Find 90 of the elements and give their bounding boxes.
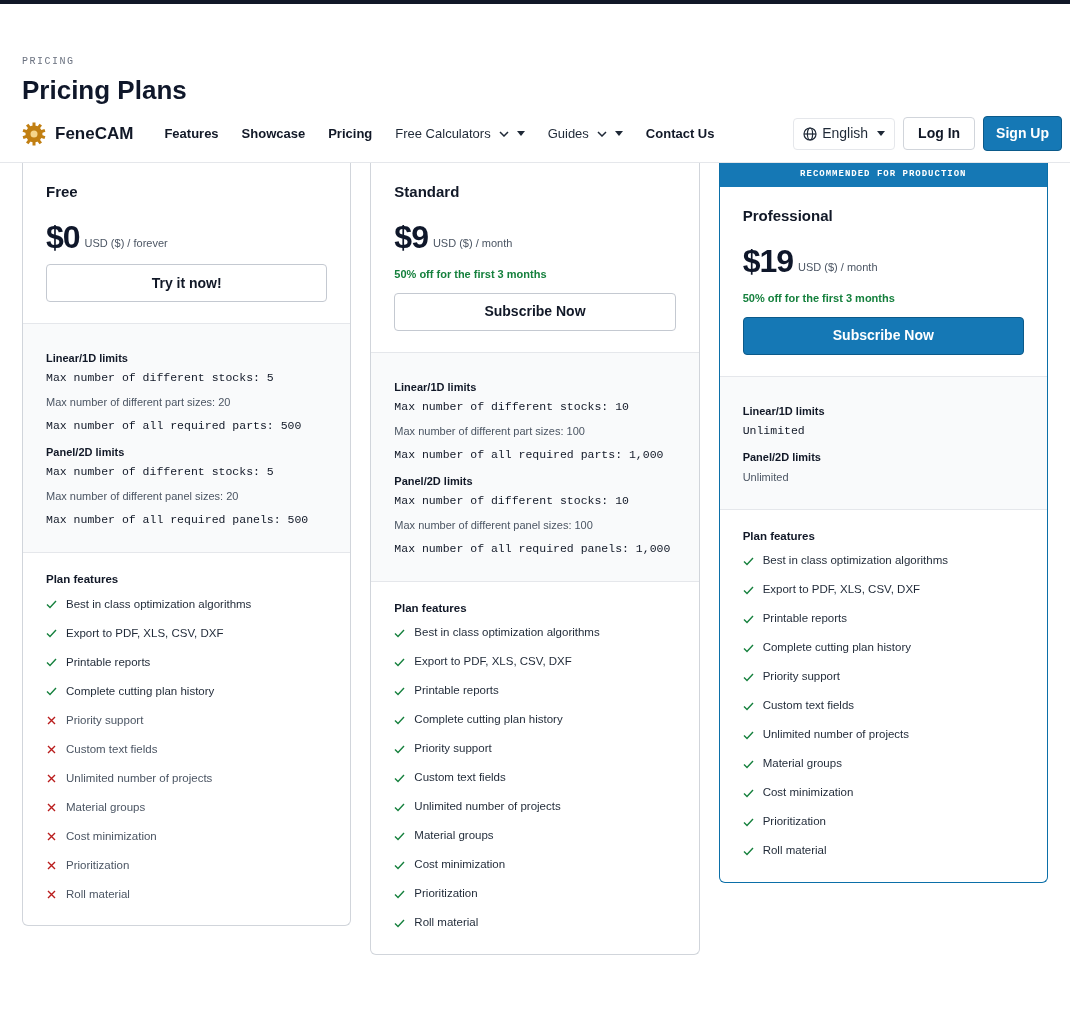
feature-label: Material groups bbox=[762, 756, 842, 772]
language-selector[interactable]: English bbox=[793, 117, 896, 150]
limit-text: Max number of different part sizes: 100 bbox=[394, 423, 586, 439]
limit-text: Max number of all required parts: 500 bbox=[46, 418, 303, 434]
limit-text: Max number of all required panels: 1,000 bbox=[394, 540, 672, 557]
nav-link[interactable]: Guides bbox=[547, 123, 589, 144]
limit-text: Max number of all required parts: 1,000 bbox=[394, 446, 665, 463]
subscribe-button[interactable]: Try it now! bbox=[46, 264, 328, 302]
feature-label: Printable reports bbox=[66, 654, 151, 670]
plan-name: Standard bbox=[394, 182, 461, 202]
feature-label: Roll material bbox=[762, 843, 827, 859]
feature-label: Printable reports bbox=[414, 683, 499, 699]
limit-text: Max number of different panel sizes: 100 bbox=[394, 517, 594, 533]
limits-heading: Panel/2D limits bbox=[394, 473, 474, 489]
limit-text: Max number of different panel sizes: 20 bbox=[46, 489, 240, 504]
limit-text: Max number of different stocks: 10 bbox=[394, 398, 630, 415]
limit-text: Max number of all required panels: 500 bbox=[46, 512, 310, 528]
price: $19 bbox=[742, 244, 794, 278]
feature-label: Export to PDF, XLS, CSV, DXF bbox=[414, 654, 572, 670]
feature-label: Prioritization bbox=[414, 886, 478, 902]
feature-label: Roll material bbox=[414, 915, 479, 931]
price-period: USD ($) / forever bbox=[84, 235, 168, 251]
nav-link[interactable]: Pricing bbox=[328, 123, 373, 144]
feature-label: Custom text fields bbox=[414, 770, 506, 786]
signup-button[interactable]: Sign Up bbox=[983, 116, 1062, 151]
limits-heading: Linear/1D limits bbox=[394, 379, 478, 395]
limits-heading: Panel/2D limits bbox=[46, 445, 126, 460]
plan-name: Free bbox=[46, 182, 79, 202]
nav-link[interactable]: Showcase bbox=[241, 123, 306, 144]
limits-heading: Linear/1D limits bbox=[46, 351, 129, 366]
chevron-down-icon bbox=[596, 130, 607, 137]
feature-label: Best in class optimization algorithms bbox=[66, 596, 252, 612]
feature-label: Complete cutting plan history bbox=[414, 712, 563, 728]
feature-label: Complete cutting plan history bbox=[66, 683, 215, 699]
subscribe-button[interactable]: Subscribe Now bbox=[742, 316, 1024, 355]
globe-icon bbox=[803, 126, 818, 141]
login-button[interactable]: Log In bbox=[903, 117, 976, 150]
feature-label: Priority support bbox=[762, 669, 840, 685]
feature-label: Prioritization bbox=[66, 857, 130, 873]
features-heading: Plan features bbox=[742, 528, 816, 544]
feature-label: Best in class optimization algorithms bbox=[414, 625, 600, 641]
subscribe-button[interactable]: Subscribe Now bbox=[394, 292, 676, 331]
feature-label: Unlimited number of projects bbox=[762, 727, 910, 743]
discount-note: 50% off for the first 3 months bbox=[742, 291, 896, 306]
brand-name: FeneCAM bbox=[55, 122, 134, 145]
feature-label: Export to PDF, XLS, CSV, DXF bbox=[66, 625, 224, 641]
feature-label: Custom text fields bbox=[66, 741, 158, 757]
limit-text: Max number of different stocks: 5 bbox=[46, 370, 275, 386]
limit-text: Unlimited bbox=[742, 469, 790, 485]
feature-label: Unlimited number of projects bbox=[414, 799, 561, 815]
feature-label: Unlimited number of projects bbox=[66, 770, 213, 786]
feature-label: Export to PDF, XLS, CSV, DXF bbox=[762, 582, 921, 598]
feature-label: Custom text fields bbox=[762, 698, 855, 714]
feature-label: Printable reports bbox=[762, 611, 848, 627]
price: $0 bbox=[46, 220, 80, 254]
page-title: Pricing Plans bbox=[22, 75, 188, 105]
gear-icon bbox=[22, 121, 46, 146]
discount-note: 50% off for the first 3 months bbox=[394, 267, 548, 282]
feature-label: Cost minimization bbox=[66, 828, 157, 844]
feature-label: Cost minimization bbox=[762, 785, 854, 801]
feature-label: Material groups bbox=[414, 828, 494, 844]
recommended-banner: RECOMMENDED FOR PRODUCTION bbox=[719, 163, 1047, 187]
limit-text: Max number of different stocks: 5 bbox=[46, 464, 275, 480]
chevron-down-icon bbox=[498, 130, 509, 137]
feature-label: Roll material bbox=[66, 886, 130, 902]
feature-label: Complete cutting plan history bbox=[762, 640, 911, 656]
price-period: USD ($) / month bbox=[798, 259, 878, 275]
nav-link[interactable]: Free Calculators bbox=[395, 123, 491, 144]
price: $9 bbox=[394, 220, 428, 254]
feature-label: Cost minimization bbox=[414, 857, 506, 873]
feature-label: Priority support bbox=[414, 741, 492, 757]
features-heading: Plan features bbox=[46, 572, 120, 587]
limits-heading: Panel/2D limits bbox=[742, 449, 822, 465]
feature-label: Material groups bbox=[66, 799, 146, 815]
plan-name: Professional bbox=[742, 206, 834, 226]
nav-link[interactable]: Contact Us bbox=[645, 123, 715, 144]
nav-link[interactable]: Features bbox=[164, 123, 219, 144]
feature-label: Prioritization bbox=[762, 814, 826, 830]
caret-icon bbox=[614, 131, 623, 136]
feature-label: Best in class optimization algorithms bbox=[762, 553, 948, 569]
price-period: USD ($) / month bbox=[432, 235, 513, 251]
section-eyebrow: PRICING bbox=[22, 55, 76, 69]
caret-icon bbox=[516, 131, 525, 136]
limit-text: Max number of different stocks: 10 bbox=[394, 492, 630, 509]
feature-label: Priority support bbox=[66, 712, 144, 728]
caret-icon bbox=[877, 131, 886, 136]
features-heading: Plan features bbox=[394, 600, 468, 616]
limit-text: Max number of different part sizes: 20 bbox=[46, 395, 232, 410]
limits-heading: Linear/1D limits bbox=[742, 403, 826, 419]
limit-text: Unlimited bbox=[742, 422, 806, 439]
